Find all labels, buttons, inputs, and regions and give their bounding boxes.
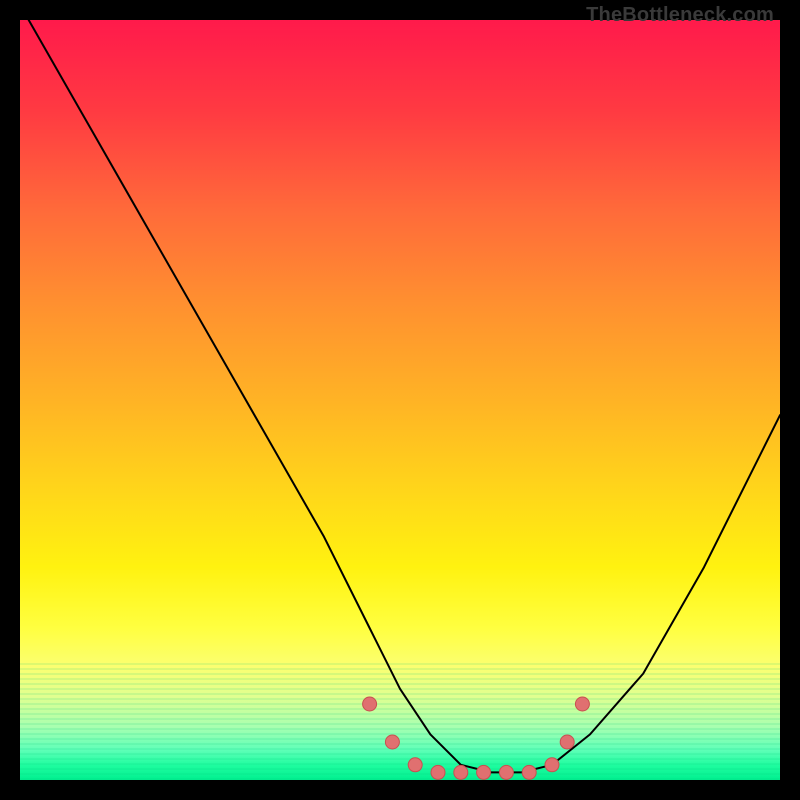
watermark-text: TheBottleneck.com [586,4,774,27]
chart-frame [20,20,780,780]
trough-markers [363,697,590,779]
chart-svg [20,20,780,780]
bottleneck-curve [20,20,780,772]
